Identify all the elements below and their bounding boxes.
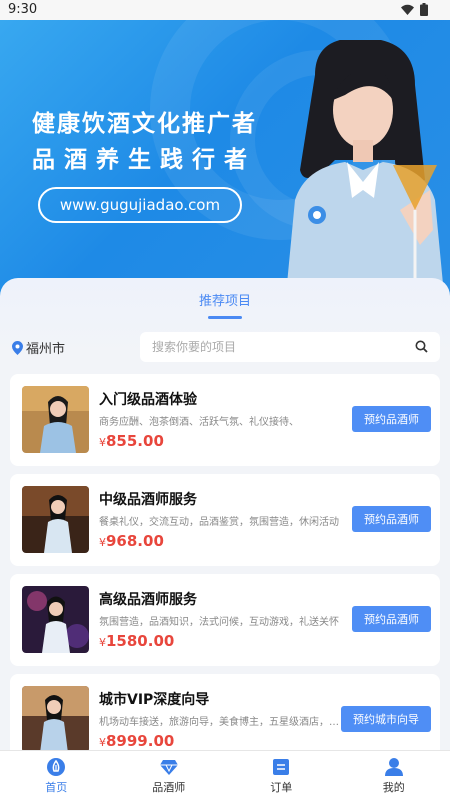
banner-title-line2: 品酒养生践行者 xyxy=(32,147,256,173)
book-sommelier-button[interactable]: 预约品酒师 xyxy=(352,406,431,432)
price-value: 855.00 xyxy=(106,432,164,450)
list-item[interactable]: 中级品酒师服务 餐桌礼仪，交流互动，品酒鉴赏，氛围营造，休闲活动 ¥968.00… xyxy=(10,474,440,566)
item-description: 氛围营造，品酒知识，法式问候，互动游戏，礼送关怀 xyxy=(99,617,339,628)
item-thumbnail xyxy=(22,686,89,753)
item-description: 餐桌礼仪，交流互动，品酒鉴赏，氛围营造，休闲活动 xyxy=(99,517,339,528)
item-price: ¥968.00 xyxy=(99,532,164,550)
status-time: 9:30 xyxy=(8,2,38,17)
item-thumbnail xyxy=(22,386,89,453)
item-description: 机场动车接送，旅游向导，美食博主，五星级酒店，… xyxy=(99,717,339,728)
item-title: 入门级品酒体验 xyxy=(99,392,197,408)
list-item[interactable]: 入门级品酒体验 商务应酬、泡茶倒酒、活跃气氛、礼仪接待、 ¥855.00 预约品… xyxy=(10,374,440,466)
spokesperson-illustration xyxy=(285,40,445,305)
book-sommelier-button[interactable]: 预约品酒师 xyxy=(352,506,431,532)
diamond-icon xyxy=(159,759,178,775)
tab-home[interactable]: 首页 xyxy=(0,751,113,800)
book-sommelier-button[interactable]: 预约品酒师 xyxy=(352,606,431,632)
currency-symbol: ¥ xyxy=(99,736,106,749)
item-price: ¥1580.00 xyxy=(99,632,174,650)
price-value: 968.00 xyxy=(106,532,164,550)
tab-label: 首页 xyxy=(45,780,68,794)
search-input[interactable] xyxy=(152,332,402,362)
price-value: 8999.00 xyxy=(106,732,175,750)
status-bar: 9:30 xyxy=(0,0,450,20)
battery-icon xyxy=(420,3,428,16)
item-description: 商务应酬、泡茶倒酒、活跃气氛、礼仪接待、 xyxy=(99,417,299,428)
search-box[interactable] xyxy=(140,332,440,362)
order-icon xyxy=(273,758,290,775)
currency-symbol: ¥ xyxy=(99,436,106,449)
item-title: 高级品酒师服务 xyxy=(99,592,197,608)
tab-label: 品酒师 xyxy=(152,780,186,794)
tab-label: 我的 xyxy=(382,780,405,794)
tab-sommelier[interactable]: 品酒师 xyxy=(113,751,226,800)
wifi-icon xyxy=(401,4,414,15)
profile-icon xyxy=(384,757,403,776)
book-city-guide-button[interactable]: 预约城市向导 xyxy=(341,706,431,732)
price-value: 1580.00 xyxy=(106,632,175,650)
bottom-tabbar: 首页 品酒师 订单 我的 xyxy=(0,750,450,800)
location-selector[interactable]: 福州市 xyxy=(12,338,65,357)
tab-recommended[interactable]: 推荐项目 xyxy=(0,290,450,309)
item-price: ¥8999.00 xyxy=(99,732,174,750)
banner-url: www.gugujiadao.com xyxy=(38,187,242,223)
tab-label: 订单 xyxy=(270,780,293,794)
list-item[interactable]: 高级品酒师服务 氛围营造，品酒知识，法式问候，互动游戏，礼送关怀 ¥1580.0… xyxy=(10,574,440,666)
home-icon xyxy=(47,757,66,776)
location-label: 福州市 xyxy=(26,342,66,357)
status-icons xyxy=(401,3,428,16)
item-title: 城市VIP深度向导 xyxy=(99,692,210,708)
search-icon[interactable] xyxy=(415,340,428,353)
item-title: 中级品酒师服务 xyxy=(99,492,197,508)
currency-symbol: ¥ xyxy=(99,636,106,649)
promo-banner[interactable]: 健康饮酒文化推广者 品酒养生践行者 www.gugujiadao.com xyxy=(0,20,450,305)
tab-underline xyxy=(208,316,242,319)
banner-title-line1: 健康饮酒文化推广者 xyxy=(32,111,257,137)
tab-profile[interactable]: 我的 xyxy=(338,751,450,800)
item-price: ¥855.00 xyxy=(99,432,164,450)
location-pin-icon xyxy=(12,340,23,355)
item-thumbnail xyxy=(22,586,89,653)
tab-orders[interactable]: 订单 xyxy=(225,751,338,800)
currency-symbol: ¥ xyxy=(99,536,106,549)
item-thumbnail xyxy=(22,486,89,553)
